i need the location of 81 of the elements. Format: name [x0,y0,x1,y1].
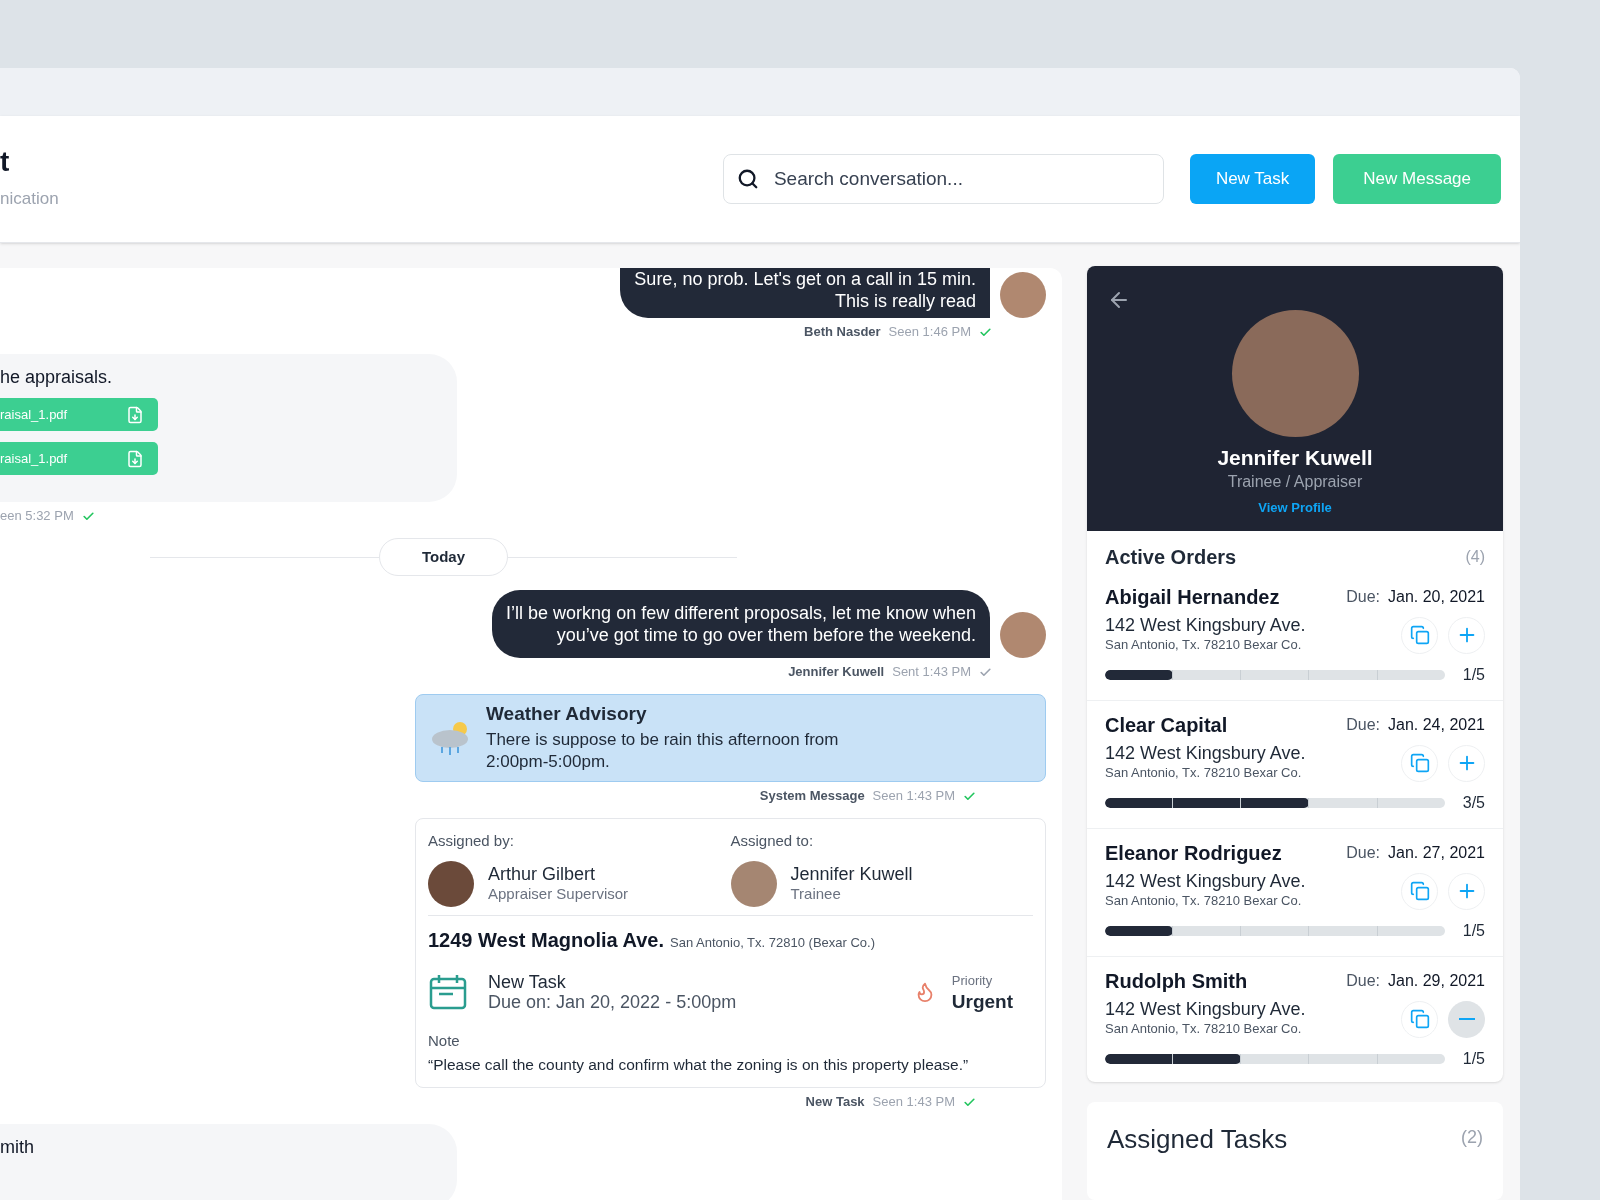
person-name: Arthur Gilbert [488,864,597,884]
message-status: Seen 1:43 PM [872,1094,955,1110]
file-attachment[interactable]: raisal_1.pdf [0,442,158,475]
person-role: Trainee [790,884,842,904]
message-status: een 5:32 PM [0,508,74,524]
message-text: mith [0,1136,35,1158]
progress-count: 1/5 [1462,1049,1485,1069]
page-title: t [0,146,11,179]
file-attachment[interactable]: raisal_1.pdf [0,398,158,431]
avatar-photo-placeholder [1000,272,1046,318]
order-city: San Antonio, Tx. 78210 Bexar Co. [1105,636,1303,654]
section-title: Active Orders [1105,545,1237,569]
advisory-title: Weather Advisory [486,703,648,725]
person-role: Appraiser Supervisor [488,884,629,904]
due-date: Jan. 20, 2021 [1388,587,1485,607]
order-client-name: Abigail Hernandez [1105,587,1280,607]
note-text: “Please call the county and confirm what the zoning is on this property please.” [428,1055,970,1075]
search-icon [736,168,759,190]
page-subtitle: nication [0,188,59,211]
order-street: 142 West Kingsbury Ave. [1105,615,1306,635]
assignment-label: Assigned by: [428,831,515,851]
advisory-text: There is suppose to be rain this afternoon from 2:00pm-5:00pm. [486,729,840,773]
file-download-icon [126,405,144,424]
file-download-icon [126,449,144,468]
copy-icon [1409,753,1430,773]
task-due-date: Due on: Jan 20, 2022 - 5:00pm [488,992,737,1012]
view-profile-link[interactable]: View Profile [1258,497,1332,519]
message-bubble: Sure, no prob. Let's get on a call in 15 min. This is really read [620,268,990,318]
profile-role: Trainee / Appraiser [1227,472,1363,492]
due-label: Due: [1346,715,1381,735]
minus-icon [1458,1018,1475,1020]
order-city: San Antonio, Tx. 78210 Bexar Co. [1105,1020,1303,1038]
new-message-button[interactable]: New Message [1333,154,1501,204]
calendar-icon [428,972,468,1012]
order-client-name: Clear Capital [1105,715,1228,735]
priority-value: Urgent [951,991,1013,1013]
message-status: Sent 1:43 PM [892,664,971,680]
sender-name: System Message [759,788,865,804]
section-title: Assigned Tasks [1107,1123,1288,1157]
avatar-photo-placeholder [1000,612,1046,658]
message-status: Seen 1:46 PM [888,324,971,340]
order-street: 142 West Kingsbury Ave. [1105,743,1306,763]
due-date: Jan. 27, 2021 [1388,843,1485,863]
priority-label: Priority [951,972,994,990]
progress-count: 3/5 [1462,793,1485,813]
assignment-label: Assigned to: [730,831,815,851]
task-title: New Task [488,972,567,992]
new-task-button[interactable]: New Task [1189,154,1316,204]
due-label: Due: [1346,971,1381,991]
order-client-name: Eleanor Rodriguez [1105,843,1282,863]
collapse-button[interactable] [1448,1000,1485,1038]
message-status: Seen 1:43 PM [872,788,955,804]
copy-icon [1409,1009,1430,1029]
progress-count: 1/5 [1462,921,1485,941]
order-client-name: Rudolph Smith [1105,971,1248,991]
due-label: Due: [1346,587,1381,607]
due-date: Jan. 29, 2021 [1388,971,1485,991]
search-field[interactable]: Search conversation... [722,154,1164,204]
due-date: Jan. 24, 2021 [1388,715,1485,735]
due-label: Due: [1346,843,1381,863]
sender-name: Beth Nasder [804,324,881,340]
avatar-photo-placeholder [428,861,474,907]
copy-icon [1409,625,1430,645]
sender-name: New Task [805,1094,865,1110]
task-city: San Antonio, Tx. 72810 (Bexar Co.) [670,934,875,952]
progress-count: 1/5 [1462,665,1485,685]
order-city: San Antonio, Tx. 78210 Bexar Co. [1105,764,1303,782]
section-count: (4) [1465,547,1485,567]
note-label: Note [428,1031,461,1051]
message-text: he appraisals. [0,366,114,388]
profile-name: Jennifer Kuwell [1217,447,1373,469]
avatar-photo-placeholder [730,861,777,907]
order-street: 142 West Kingsbury Ave. [1105,999,1306,1019]
message-bubble: I’ll be workng on few different proposals, let me know when you’ve got time to go over them before the weekend. [492,590,990,658]
sender-name: Jennifer Kuwell [788,664,885,680]
person-name: Jennifer Kuwell [790,864,913,884]
task-address: 1249 West Magnolia Ave. [428,930,664,950]
copy-icon [1409,881,1430,901]
section-count: (2) [1461,1126,1483,1150]
order-street: 142 West Kingsbury Ave. [1105,871,1306,891]
order-city: San Antonio, Tx. 78210 Bexar Co. [1105,892,1303,910]
